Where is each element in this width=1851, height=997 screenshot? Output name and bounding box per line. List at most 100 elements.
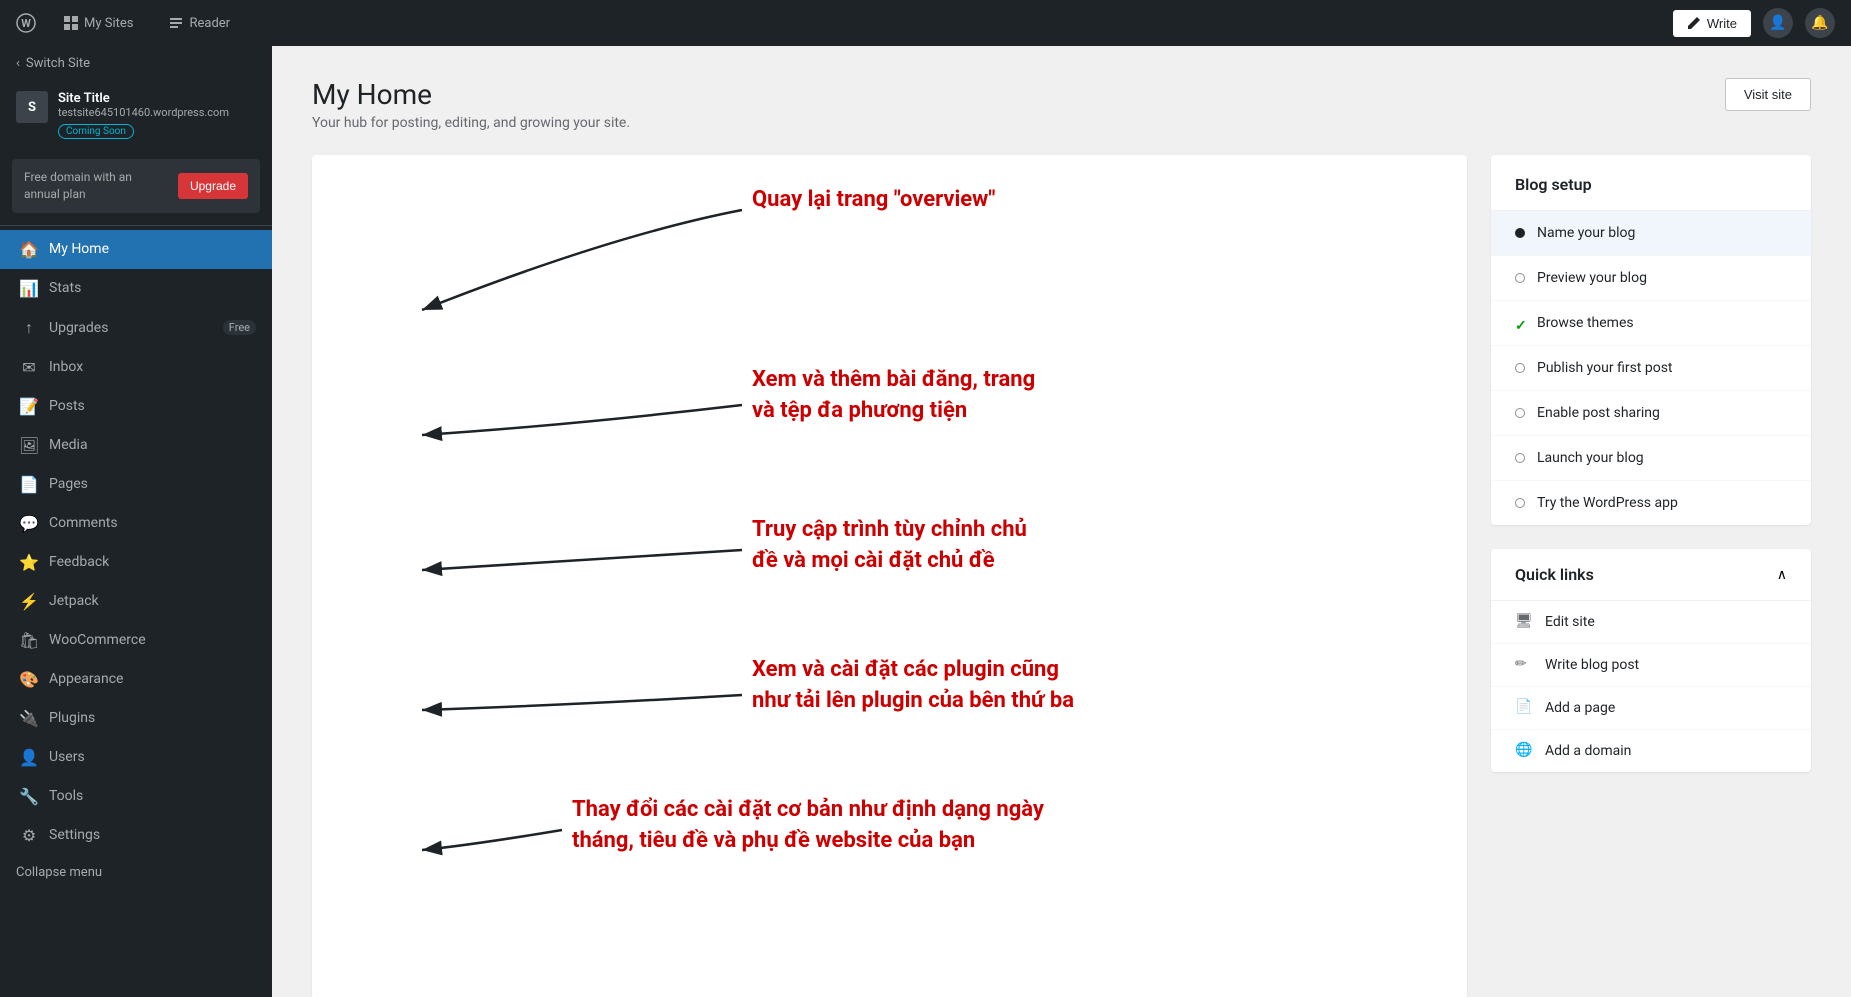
comments-label: Comments xyxy=(49,515,256,531)
my-sites-nav[interactable]: My Sites xyxy=(56,12,141,35)
sidebar-item-jetpack[interactable]: ⚡ Jetpack xyxy=(0,582,272,621)
site-title: Site Title xyxy=(58,91,256,106)
quick-links-title: Quick links xyxy=(1515,565,1594,584)
pages-icon: 📄 xyxy=(19,475,39,494)
collapse-menu-button[interactable]: Collapse menu xyxy=(0,855,272,890)
posts-icon: 📝 xyxy=(19,397,39,416)
setup-item-wp-app[interactable]: Try the WordPress app xyxy=(1491,481,1811,525)
page-header: My Home Your hub for posting, editing, a… xyxy=(312,78,1811,131)
setup-item-publish-post[interactable]: Publish your first post xyxy=(1491,346,1811,391)
setup-dot-empty xyxy=(1515,453,1525,463)
site-info: S Site Title testsite645101460.wordpress… xyxy=(0,81,272,151)
write-button[interactable]: Write xyxy=(1673,10,1751,37)
feedback-label: Feedback xyxy=(49,554,256,570)
annotation-1-text: Quay lại trang "overview" xyxy=(752,185,995,216)
blog-setup-panel: Blog setup Name your blog Preview your bl… xyxy=(1491,155,1811,525)
setup-item-label: Enable post sharing xyxy=(1537,405,1660,421)
woocommerce-label: WooCommerce xyxy=(49,632,256,648)
collapse-icon[interactable]: ∧ xyxy=(1777,567,1787,583)
sidebar-item-inbox[interactable]: ✉ Inbox xyxy=(0,348,272,387)
posts-label: Posts xyxy=(49,398,256,414)
quick-link-write-post[interactable]: ✏ Write blog post xyxy=(1491,644,1811,687)
quick-links-panel: Quick links ∧ 🖥 Edit site ✏ Write blog p… xyxy=(1491,549,1811,772)
users-icon: 👤 xyxy=(19,748,39,767)
jetpack-icon: ⚡ xyxy=(19,592,39,611)
setup-item-browse-themes[interactable]: ✓Browse themes xyxy=(1491,301,1811,346)
quick-link-label: Write blog post xyxy=(1545,657,1639,673)
sidebar-item-settings[interactable]: ⚙ Settings xyxy=(0,816,272,855)
upgrade-button[interactable]: Upgrade xyxy=(178,173,248,199)
topbar: W My Sites Reader Write 👤 🔔 xyxy=(0,0,1851,46)
setup-dot-empty xyxy=(1515,498,1525,508)
setup-dot-empty xyxy=(1515,408,1525,418)
add-domain-icon: 🌐 xyxy=(1515,742,1533,760)
sidebar-item-plugins[interactable]: 🔌 Plugins xyxy=(0,699,272,738)
page-subtitle: Your hub for posting, editing, and growi… xyxy=(312,115,630,131)
setup-dot-empty xyxy=(1515,363,1525,373)
users-label: Users xyxy=(49,749,256,765)
stats-label: Stats xyxy=(49,280,256,296)
page-title: My Home xyxy=(312,78,630,111)
sidebar-item-comments[interactable]: 💬 Comments xyxy=(0,504,272,543)
quick-link-label: Edit site xyxy=(1545,614,1595,630)
setup-item-label: Launch your blog xyxy=(1537,450,1644,466)
media-label: Media xyxy=(49,437,256,453)
setup-dot-active xyxy=(1515,228,1525,238)
main-layout: ‹ Switch Site S Site Title testsite64510… xyxy=(0,46,1851,997)
add-page-icon: 📄 xyxy=(1515,699,1533,717)
quick-link-add-page[interactable]: 📄 Add a page xyxy=(1491,687,1811,730)
setup-item-preview-blog[interactable]: Preview your blog xyxy=(1491,256,1811,301)
jetpack-label: Jetpack xyxy=(49,593,256,609)
annotation-3-text: Truy cập trình tùy chỉnh chủđề và mọi cà… xyxy=(752,515,1027,577)
upgrades-label: Upgrades xyxy=(49,320,213,336)
setup-item-label: Preview your blog xyxy=(1537,270,1647,286)
quick-link-add-domain[interactable]: 🌐 Add a domain xyxy=(1491,730,1811,772)
write-label: Write xyxy=(1707,16,1737,31)
sidebar-item-upgrades[interactable]: ↑ Upgrades Free xyxy=(0,308,272,348)
topbar-right: Write 👤 🔔 xyxy=(1673,8,1835,38)
setup-item-label: Browse themes xyxy=(1537,315,1634,331)
sidebar-item-appearance[interactable]: 🎨 Appearance xyxy=(0,660,272,699)
setup-items: Name your blog Preview your blog ✓Browse t… xyxy=(1491,211,1811,525)
tools-label: Tools xyxy=(49,788,256,804)
page-title-group: My Home Your hub for posting, editing, a… xyxy=(312,78,630,131)
switch-site-button[interactable]: ‹ Switch Site xyxy=(0,46,272,81)
tools-icon: 🔧 xyxy=(19,787,39,806)
annotations-card: Quay lại trang "overview" Xem và thêm bà… xyxy=(312,155,1467,997)
edit-site-icon: 🖥 xyxy=(1515,613,1533,631)
user-avatar[interactable]: 👤 xyxy=(1763,8,1793,38)
sidebar-item-pages[interactable]: 📄 Pages xyxy=(0,465,272,504)
site-details: Site Title testsite645101460.wordpress.c… xyxy=(58,91,256,139)
setup-item-post-sharing[interactable]: Enable post sharing xyxy=(1491,391,1811,436)
upgrade-banner-text: Free domain with an annual plan xyxy=(24,169,170,203)
annotation-4-text: Xem và cài đặt các plugin cũngnhư tải lê… xyxy=(752,655,1074,717)
sidebar: ‹ Switch Site S Site Title testsite64510… xyxy=(0,46,272,997)
visit-site-button[interactable]: Visit site xyxy=(1725,78,1811,111)
my-sites-label: My Sites xyxy=(84,16,133,31)
sidebar-item-posts[interactable]: 📝 Posts xyxy=(0,387,272,426)
inbox-label: Inbox xyxy=(49,359,256,375)
site-avatar: S xyxy=(16,91,48,123)
sidebar-item-my-home[interactable]: 🏠 My Home xyxy=(0,230,272,269)
upgrades-icon: ↑ xyxy=(19,318,39,338)
setup-item-launch-blog[interactable]: Launch your blog xyxy=(1491,436,1811,481)
sidebar-item-feedback[interactable]: ⭐ Feedback xyxy=(0,543,272,582)
sidebar-item-stats[interactable]: 📊 Stats xyxy=(0,269,272,308)
setup-item-name-blog[interactable]: Name your blog xyxy=(1491,211,1811,256)
content-grid: Quay lại trang "overview" Xem và thêm bà… xyxy=(312,155,1811,997)
sidebar-item-tools[interactable]: 🔧 Tools xyxy=(0,777,272,816)
inbox-icon: ✉ xyxy=(19,358,39,377)
reader-nav[interactable]: Reader xyxy=(161,12,238,35)
sidebar-item-woocommerce[interactable]: 🛍 WooCommerce xyxy=(0,621,272,660)
quick-link-edit-site[interactable]: 🖥 Edit site xyxy=(1491,601,1811,644)
notifications-bell[interactable]: 🔔 xyxy=(1805,8,1835,38)
chevron-left-icon: ‹ xyxy=(16,56,20,71)
sidebar-item-users[interactable]: 👤 Users xyxy=(0,738,272,777)
sidebar-item-media[interactable]: 🖼 Media xyxy=(0,426,272,465)
wordpress-logo: W xyxy=(16,13,36,33)
setup-item-label: Try the WordPress app xyxy=(1537,495,1678,511)
quick-links-header: Quick links ∧ xyxy=(1491,549,1811,601)
nav-items: 🏠 My Home 📊 Stats ↑ Upgrades Free ✉ Inbo… xyxy=(0,230,272,855)
blog-setup-title: Blog setup xyxy=(1515,175,1787,194)
setup-dot-empty xyxy=(1515,273,1525,283)
